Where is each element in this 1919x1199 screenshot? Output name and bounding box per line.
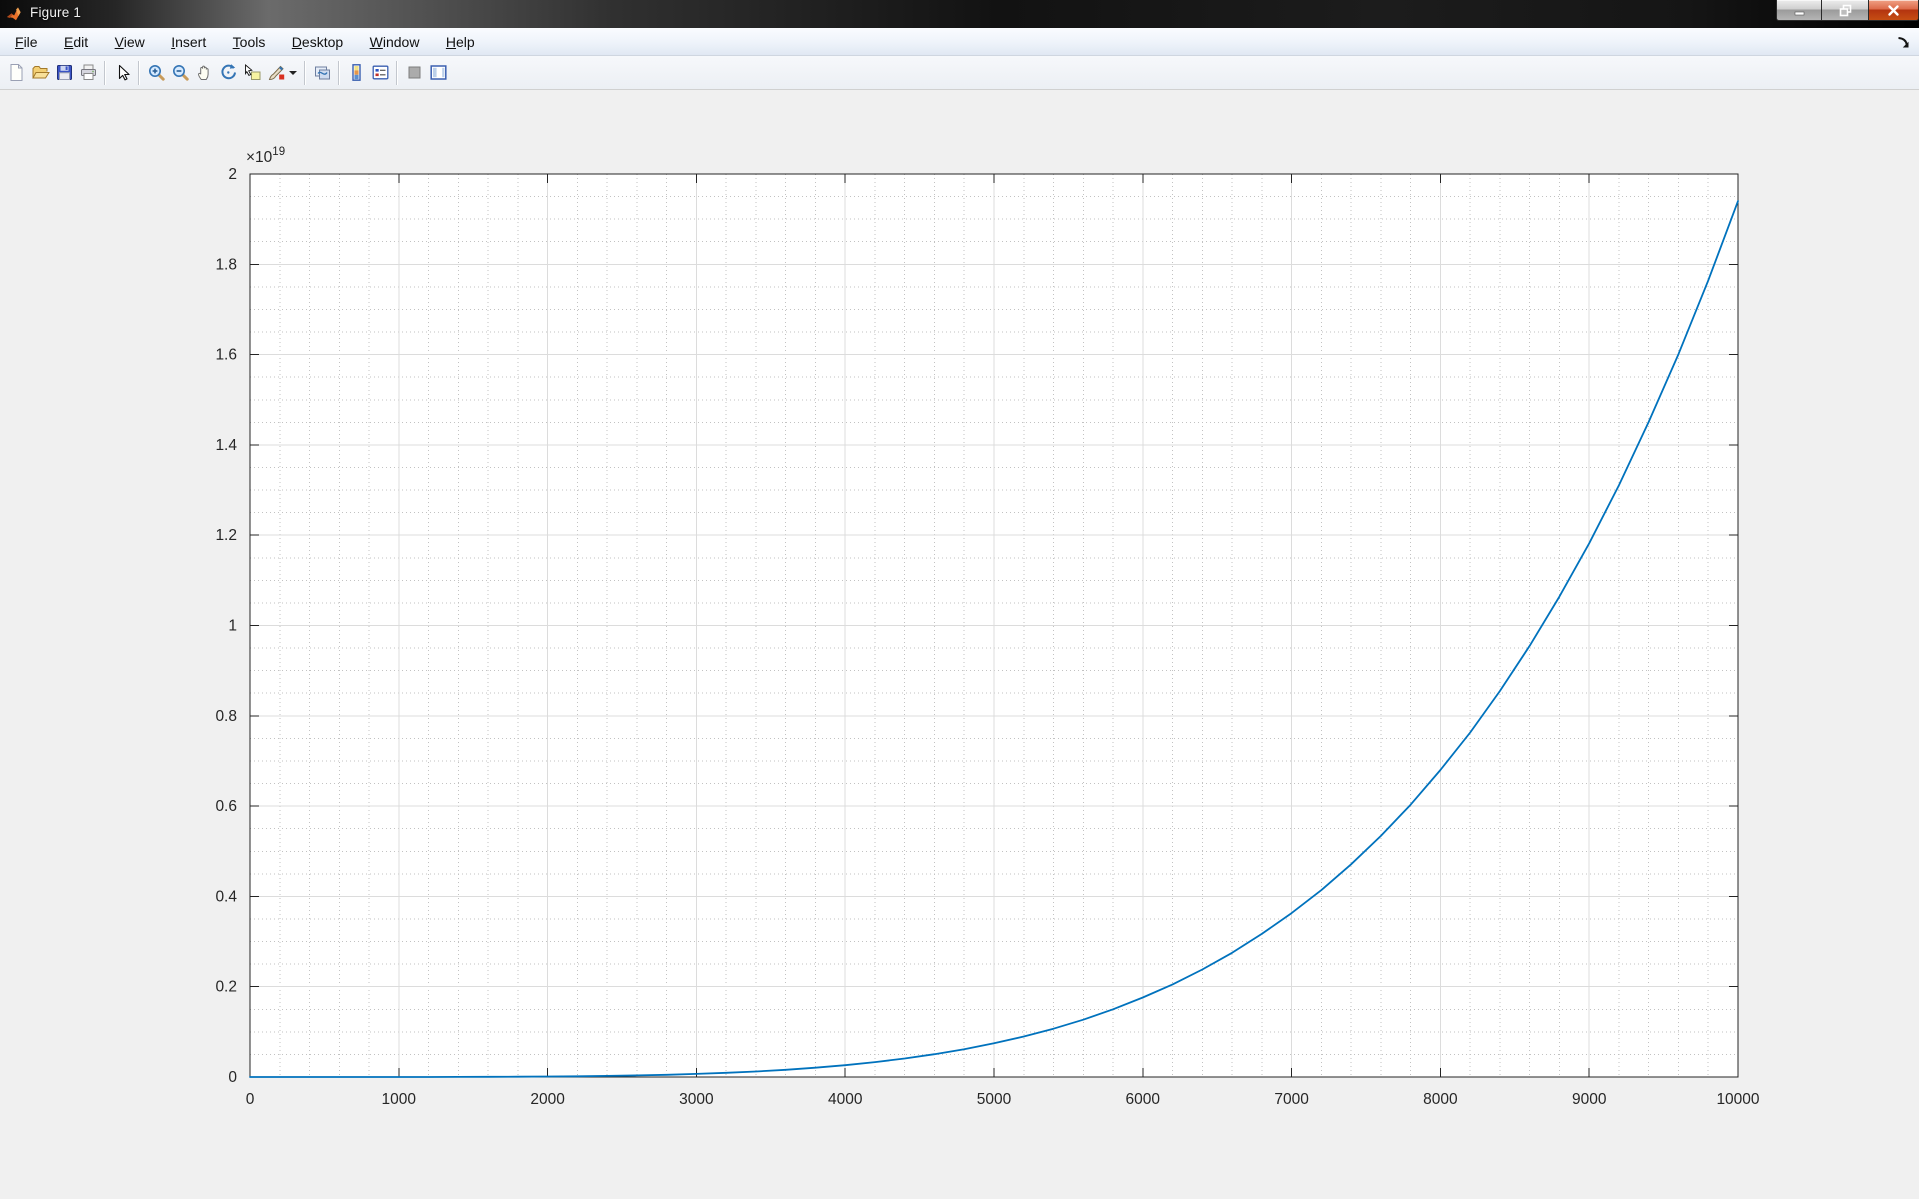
close-button[interactable] bbox=[1869, 0, 1919, 21]
rotate-3d-icon[interactable] bbox=[216, 60, 240, 86]
new-figure-icon[interactable] bbox=[4, 60, 28, 86]
menu-tools[interactable]: Tools bbox=[222, 28, 277, 56]
toolbar-separator bbox=[396, 61, 398, 85]
figure-window: Figure 1 File Edit View Insert Tools Des… bbox=[0, 0, 1919, 1199]
toolbar-separator bbox=[104, 61, 106, 85]
toolbar-separator bbox=[338, 61, 340, 85]
svg-text:1.6: 1.6 bbox=[215, 347, 237, 364]
matlab-logo-icon bbox=[6, 5, 23, 22]
open-file-icon[interactable] bbox=[28, 60, 52, 86]
menu-file[interactable]: File bbox=[4, 28, 49, 56]
figure-toolbar bbox=[0, 56, 1919, 90]
svg-text:7000: 7000 bbox=[1274, 1091, 1309, 1108]
svg-text:1.8: 1.8 bbox=[215, 256, 237, 273]
svg-text:9000: 9000 bbox=[1572, 1091, 1607, 1108]
svg-text:8000: 8000 bbox=[1423, 1091, 1458, 1108]
link-plot-icon[interactable] bbox=[310, 60, 334, 86]
svg-text:0.8: 0.8 bbox=[215, 708, 237, 725]
svg-text:0.6: 0.6 bbox=[215, 798, 237, 815]
dock-figure-arrow-icon[interactable] bbox=[1896, 33, 1912, 49]
svg-text:0.4: 0.4 bbox=[215, 888, 237, 905]
edit-plot-icon[interactable] bbox=[110, 60, 134, 86]
zoom-out-icon[interactable] bbox=[168, 60, 192, 86]
restore-button[interactable] bbox=[1822, 0, 1869, 21]
insert-colorbar-icon[interactable] bbox=[344, 60, 368, 86]
svg-text:×1019: ×1019 bbox=[246, 146, 285, 166]
title-bar[interactable]: Figure 1 bbox=[0, 0, 1919, 28]
menu-edit[interactable]: Edit bbox=[53, 28, 99, 56]
save-figure-icon[interactable] bbox=[52, 60, 76, 86]
hide-plot-tools-icon[interactable] bbox=[402, 60, 426, 86]
print-figure-icon[interactable] bbox=[76, 60, 100, 86]
menu-help[interactable]: Help bbox=[435, 28, 486, 56]
menu-desktop[interactable]: Desktop bbox=[281, 28, 354, 56]
svg-text:0: 0 bbox=[246, 1091, 255, 1108]
show-plot-tools-icon[interactable] bbox=[426, 60, 450, 86]
menu-insert[interactable]: Insert bbox=[160, 28, 217, 56]
svg-text:1: 1 bbox=[228, 618, 237, 635]
window-controls bbox=[1776, 0, 1919, 21]
svg-text:5000: 5000 bbox=[977, 1091, 1012, 1108]
svg-text:3000: 3000 bbox=[679, 1091, 714, 1108]
plot-canvas[interactable]: 0100020003000400050006000700080009000100… bbox=[0, 90, 1919, 1199]
insert-legend-icon[interactable] bbox=[368, 60, 392, 86]
toolbar-separator bbox=[304, 61, 306, 85]
toolbar-separator bbox=[138, 61, 140, 85]
svg-text:0.2: 0.2 bbox=[215, 979, 237, 996]
figure-client-area: 0100020003000400050006000700080009000100… bbox=[0, 90, 1919, 1199]
svg-text:6000: 6000 bbox=[1126, 1091, 1161, 1108]
svg-text:1000: 1000 bbox=[382, 1091, 417, 1108]
brush-data-icon[interactable] bbox=[264, 60, 288, 86]
svg-text:4000: 4000 bbox=[828, 1091, 863, 1108]
window-title: Figure 1 bbox=[30, 5, 81, 20]
svg-text:1.2: 1.2 bbox=[215, 527, 237, 544]
data-cursor-icon[interactable] bbox=[240, 60, 264, 86]
minimize-button[interactable] bbox=[1776, 0, 1822, 21]
svg-text:10000: 10000 bbox=[1716, 1091, 1759, 1108]
brush-dropdown-caret-icon[interactable] bbox=[289, 71, 297, 75]
menu-window[interactable]: Window bbox=[359, 28, 431, 56]
svg-text:2: 2 bbox=[228, 166, 237, 183]
svg-text:2000: 2000 bbox=[530, 1091, 565, 1108]
svg-text:0: 0 bbox=[228, 1069, 237, 1086]
menu-bar: File Edit View Insert Tools Desktop Wind… bbox=[0, 28, 1919, 56]
pan-icon[interactable] bbox=[192, 60, 216, 86]
zoom-in-icon[interactable] bbox=[144, 60, 168, 86]
menu-view[interactable]: View bbox=[104, 28, 156, 56]
svg-text:1.4: 1.4 bbox=[215, 437, 237, 454]
